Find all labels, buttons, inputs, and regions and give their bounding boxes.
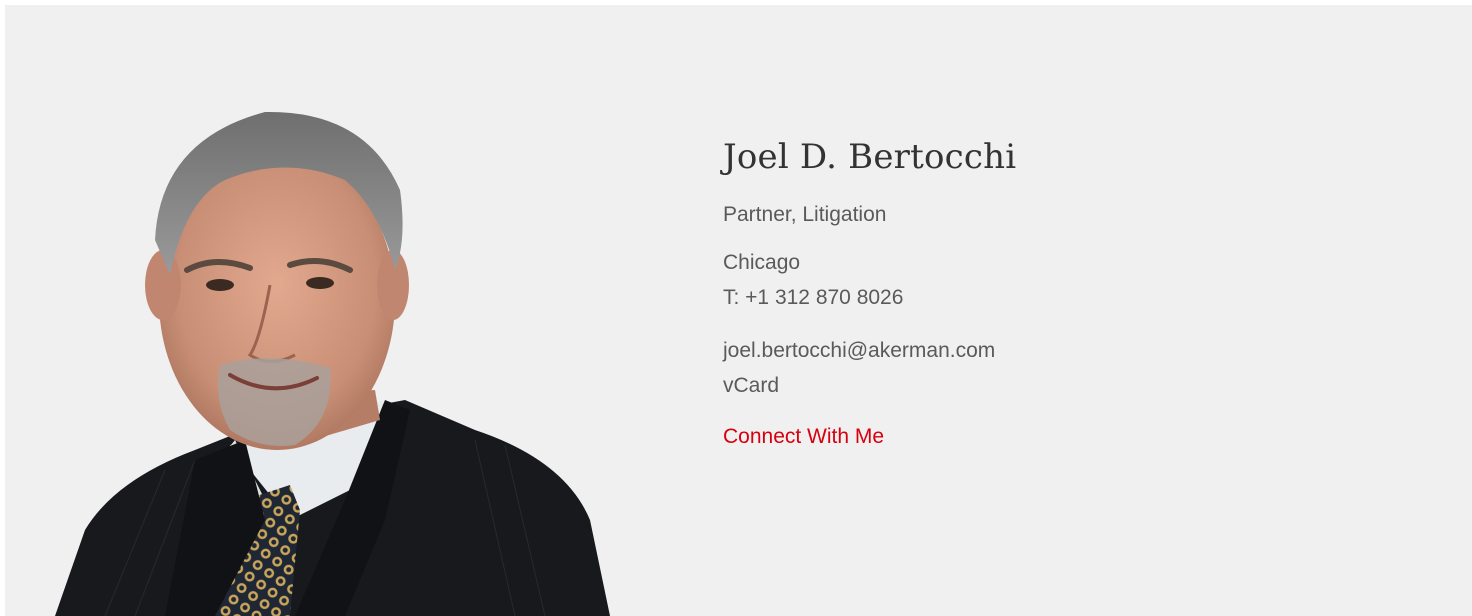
profile-photo [45, 100, 610, 616]
email-block: joel.bertocchi@akerman.com vCard [723, 333, 1016, 403]
profile-hero: Joel D. Bertocchi Partner, Litigation Ch… [5, 5, 1472, 616]
contact-block: Chicago T: +1 312 870 8026 [723, 245, 1016, 315]
vcard-link[interactable]: vCard [723, 368, 1016, 403]
profile-info: Joel D. Bertocchi Partner, Litigation Ch… [723, 137, 1016, 449]
attorney-name: Joel D. Bertocchi [723, 137, 1017, 177]
phone-link[interactable]: T: +1 312 870 8026 [723, 280, 1016, 315]
email-link[interactable]: joel.bertocchi@akerman.com [723, 333, 1016, 368]
connect-with-me-link[interactable]: Connect With Me [723, 425, 884, 449]
office-link[interactable]: Chicago [723, 245, 1016, 280]
attorney-role: Partner, Litigation [723, 203, 887, 226]
